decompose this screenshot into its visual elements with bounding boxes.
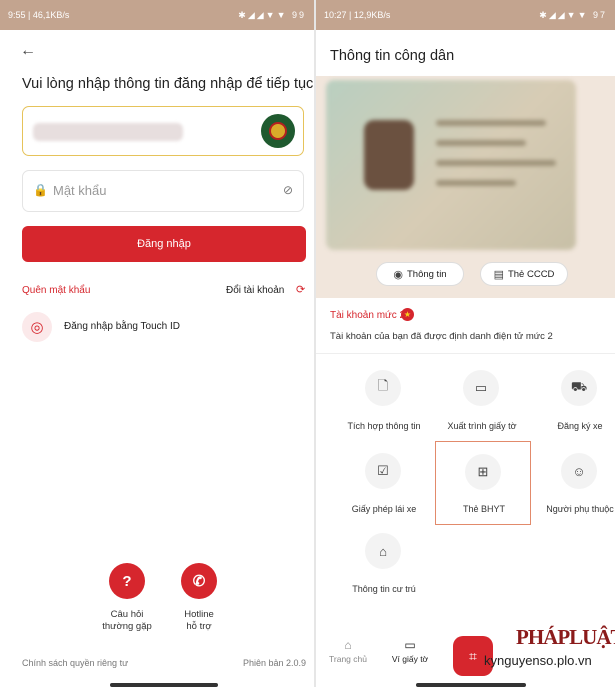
info-chip[interactable]: ◉ Thông tin bbox=[376, 262, 464, 286]
card-text-line bbox=[436, 140, 526, 146]
back-arrow-icon[interactable]: ← bbox=[20, 42, 36, 60]
password-field[interactable]: 🔒 Mật khẩu ⊘ bbox=[22, 170, 304, 212]
hotline-label-line2: hỗ trợ bbox=[186, 621, 212, 632]
tile-residence-info[interactable]: ⌂ Thông tin cư trú bbox=[336, 533, 432, 615]
username-field[interactable] bbox=[22, 106, 304, 156]
eye-off-icon[interactable]: ⊘ bbox=[283, 183, 293, 197]
person-icon: ☺ bbox=[561, 453, 597, 489]
login-button[interactable]: Đăng nhập bbox=[22, 226, 306, 262]
tile-label: Thẻ BHYT bbox=[462, 504, 505, 514]
nav-wallet[interactable]: ▭ Ví giấy tờ bbox=[380, 638, 440, 664]
star-badge-icon: ★ bbox=[401, 308, 414, 321]
tile-driver-license[interactable]: ☑ Giấy phép lái xe bbox=[336, 453, 432, 535]
card-text-line bbox=[436, 180, 516, 186]
tile-vehicle-registration[interactable]: ⛟ Đăng ký xe bbox=[532, 370, 615, 452]
refresh-icon[interactable]: ⟳ bbox=[296, 283, 305, 296]
password-placeholder: Mật khẩu bbox=[53, 183, 107, 198]
watermark-site: kynguyenso.plo.vn bbox=[484, 653, 592, 668]
home-outline-icon: ⌂ bbox=[344, 638, 352, 652]
car-icon: ⛟ bbox=[561, 370, 597, 406]
account-level: Tài khoản mức 2 bbox=[330, 310, 406, 321]
license-icon: ☑ bbox=[365, 453, 401, 489]
status-icons: ✱◢◢▼▼ 97 bbox=[539, 9, 607, 20]
tile-integrate-info[interactable]: 🗋 Tích hợp thông tin bbox=[336, 370, 432, 452]
faq-label-line2: thường gặp bbox=[102, 621, 152, 632]
hotline-icon[interactable]: ✆ bbox=[181, 563, 217, 599]
tile-present-documents[interactable]: ▭ Xuất trình giấy tờ bbox=[434, 370, 530, 452]
tile-label: Thông tin cư trú bbox=[352, 584, 416, 594]
cccd-chip-label: Thẻ CCCD bbox=[507, 268, 555, 280]
tile-label: Xuất trình giấy tờ bbox=[447, 421, 517, 431]
citizen-info-screen: 10:27 | 12,9KB/s ✱◢◢▼▼ 97 Thông tin công… bbox=[316, 0, 615, 687]
nav-home[interactable]: ⌂ Trang chủ bbox=[318, 638, 378, 664]
home-icon: ⌂ bbox=[365, 533, 401, 569]
id-card-icon: ▤ bbox=[493, 268, 504, 281]
status-time: 9:55 | 46,1KB/s bbox=[8, 10, 70, 20]
hotline-label-line1: Hotline bbox=[184, 609, 214, 620]
tile-label: Giấy phép lái xe bbox=[351, 504, 417, 514]
tile-label: Tích hợp thông tin bbox=[347, 421, 421, 431]
app-version: Phiên bản 2.0.9 bbox=[243, 658, 307, 668]
faq-label-line1: Câu hỏi bbox=[110, 609, 144, 620]
account-description: Tài khoản của bạn đã được định danh điện… bbox=[330, 331, 553, 342]
person-circle-icon: ◉ bbox=[393, 268, 403, 281]
health-card-icon: ⊞ bbox=[465, 454, 501, 490]
privacy-link[interactable]: Chính sách quyền riêng tư bbox=[22, 658, 128, 668]
lock-icon: 🔒 bbox=[33, 183, 48, 197]
status-icons: ✱◢◢▼▼ 99 bbox=[238, 9, 306, 20]
home-indicator bbox=[110, 683, 218, 687]
wallet-icon: ▭ bbox=[404, 638, 416, 652]
nav-wallet-label: Ví giấy tờ bbox=[391, 654, 429, 664]
cccd-chip[interactable]: ▤ Thẻ CCCD bbox=[480, 262, 568, 286]
switch-account-link[interactable]: Đổi tài khoản bbox=[226, 285, 284, 296]
doc-plus-icon: 🗋 bbox=[365, 370, 401, 406]
tile-dependents[interactable]: ☺ Người phụ thuộc bbox=[532, 453, 615, 535]
separator bbox=[316, 353, 615, 354]
hotline-label[interactable]: Hotline hỗ trợ bbox=[164, 609, 234, 633]
page-title: Thông tin công dân bbox=[330, 48, 455, 64]
blurred-username bbox=[33, 123, 183, 141]
forgot-password-link[interactable]: Quên mật khẩu bbox=[22, 285, 90, 296]
faq-icon[interactable]: ? bbox=[109, 563, 145, 599]
login-title: Vui lòng nhập thông tin đăng nhập để tiế… bbox=[22, 76, 314, 92]
status-bar: 9:55 | 46,1KB/s ✱◢◢▼▼ 99 bbox=[0, 0, 314, 30]
faq-label[interactable]: Câu hỏi thường gặp bbox=[92, 609, 162, 633]
login-screen: 9:55 | 46,1KB/s ✱◢◢▼▼ 99 ← Vui lòng nhập… bbox=[0, 0, 314, 687]
tile-label: Đăng ký xe bbox=[557, 421, 603, 431]
id-photo bbox=[364, 120, 414, 190]
blurred-id-card bbox=[326, 80, 576, 250]
status-bar: 10:27 | 12,9KB/s ✱◢◢▼▼ 97 bbox=[316, 0, 615, 30]
info-chip-label: Thông tin bbox=[406, 268, 447, 280]
tile-health-insurance[interactable]: ⊞ Thẻ BHYT bbox=[435, 441, 531, 525]
id-card-icon: ▭ bbox=[463, 370, 499, 406]
id-card-area: ◉ Thông tin ▤ Thẻ CCCD bbox=[316, 76, 615, 298]
tile-label: Người phụ thuộc bbox=[546, 504, 614, 514]
status-time: 10:27 | 12,9KB/s bbox=[324, 10, 391, 20]
watermark-brand: PHÁPLUẬT bbox=[516, 625, 615, 649]
fingerprint-icon[interactable]: ◎ bbox=[22, 312, 52, 342]
police-emblem-icon bbox=[261, 114, 295, 148]
touch-id-label[interactable]: Đăng nhập bằng Touch ID bbox=[64, 321, 180, 332]
card-text-line bbox=[436, 160, 556, 166]
nav-home-label: Trang chủ bbox=[329, 654, 367, 664]
card-text-line bbox=[436, 120, 546, 126]
home-indicator bbox=[416, 683, 526, 687]
